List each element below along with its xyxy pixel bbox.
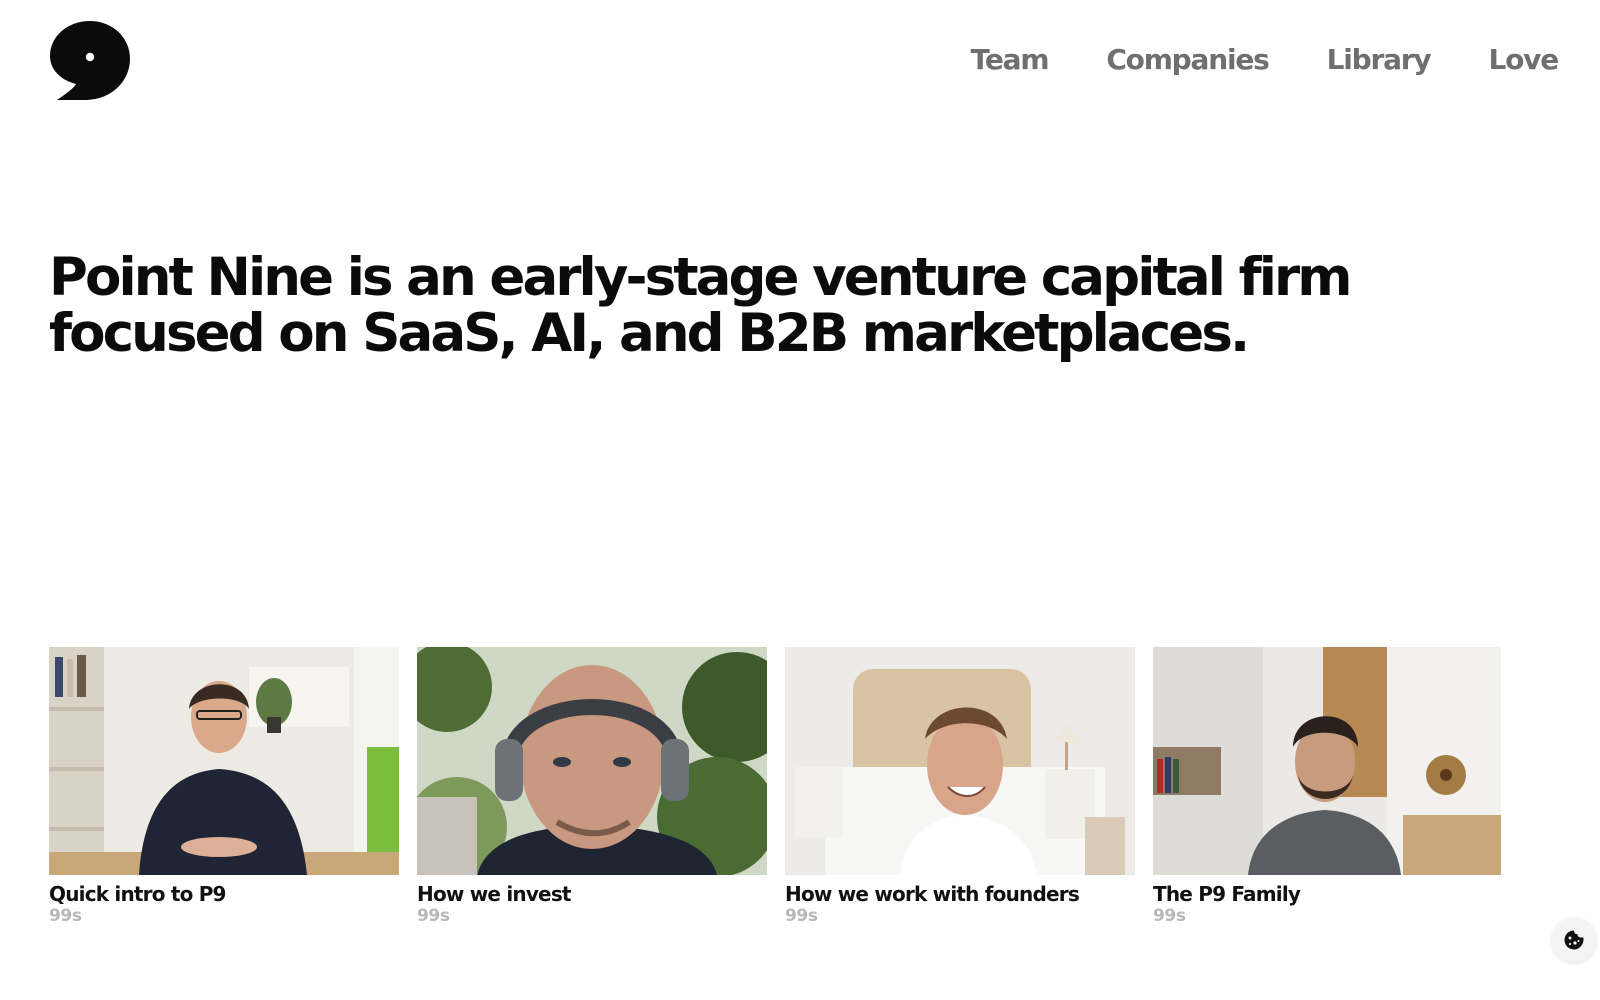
video-title[interactable]: Quick intro to P9 <box>49 882 399 906</box>
video-title[interactable]: The P9 Family <box>1153 882 1501 906</box>
video-thumbnail[interactable] <box>417 647 767 875</box>
video-thumbnail[interactable] <box>49 647 399 875</box>
video-card[interactable]: How we invest 99s <box>417 647 767 926</box>
nav-love[interactable]: Love <box>1488 40 1559 80</box>
video-list: Quick intro to P9 99s How we invest 99s … <box>49 647 1501 926</box>
video-duration: 99s <box>1153 906 1186 926</box>
video-title[interactable]: How we work with founders <box>785 882 1135 906</box>
video-thumbnail[interactable] <box>1153 647 1501 875</box>
video-card[interactable]: Quick intro to P9 99s <box>49 647 399 926</box>
point-nine-logo-icon[interactable] <box>49 20 131 100</box>
video-thumbnail[interactable] <box>785 647 1135 875</box>
hero-headline: Point Nine is an early-stage venture cap… <box>49 247 1352 364</box>
video-duration: 99s <box>785 906 818 926</box>
cookie-settings-button[interactable] <box>1552 918 1596 962</box>
cookie-icon <box>1564 930 1584 950</box>
video-title[interactable]: How we invest <box>417 882 767 906</box>
main-nav: Team Companies Library Love <box>971 40 1560 80</box>
video-card[interactable]: How we work with founders 99s <box>785 647 1135 926</box>
page: Team Companies Library Love Point Nine i… <box>0 0 1600 1000</box>
nav-companies[interactable]: Companies <box>1106 40 1269 80</box>
video-card[interactable]: The P9 Family 99s <box>1153 647 1501 926</box>
video-duration: 99s <box>49 906 82 926</box>
nav-library[interactable]: Library <box>1327 40 1432 80</box>
video-duration: 99s <box>417 906 450 926</box>
nav-team[interactable]: Team <box>971 40 1050 80</box>
